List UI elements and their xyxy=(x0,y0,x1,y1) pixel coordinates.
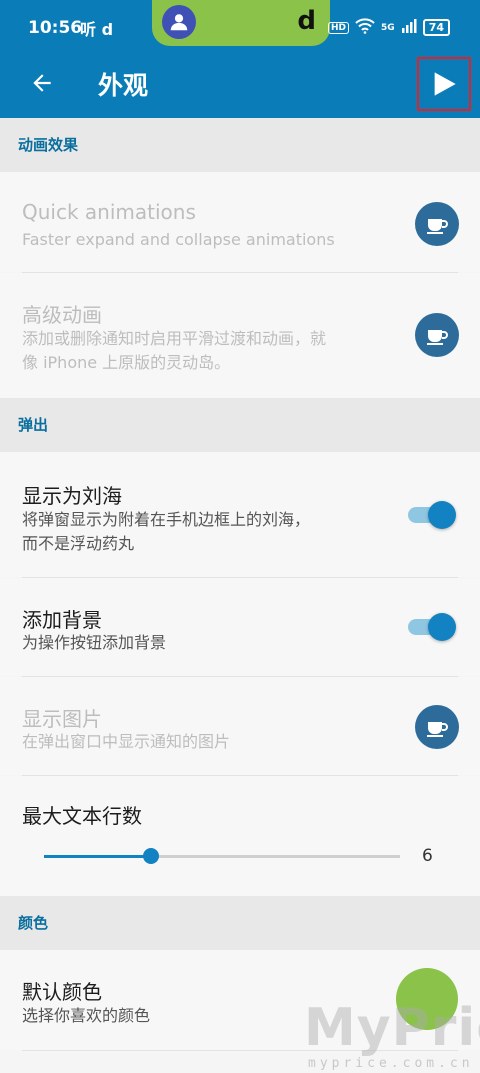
app-toolbar: 外观 xyxy=(0,48,480,118)
max-lines-value: 6 xyxy=(422,846,433,866)
setting-subtitle: 选择你喜欢的颜色 xyxy=(22,1006,151,1025)
play-button[interactable] xyxy=(417,57,471,111)
battery-icon: 74 xyxy=(422,19,450,36)
max-lines-slider-thumb[interactable] xyxy=(142,848,159,864)
setting-title: 添加背景 xyxy=(22,608,102,632)
section-header-popup: 弹出 xyxy=(0,398,480,452)
setting-max-text-lines: 最大文本行数 xyxy=(0,776,480,896)
status-left-icons: 听 d xyxy=(80,20,114,39)
coffee-cup-icon[interactable] xyxy=(415,313,459,357)
signal-label: 5G xyxy=(381,22,395,33)
setting-subtitle-line1: 添加或删除通知时启用平滑过渡和动画，就 xyxy=(22,329,327,348)
setting-show-as-notch[interactable]: 显示为刘海 将弹窗显示为附着在手机边框上的刘海， 而不是浮动药丸 xyxy=(0,452,480,577)
max-lines-slider-fill xyxy=(44,855,151,858)
section-header-color: 颜色 xyxy=(0,896,480,950)
setting-quick-animations[interactable]: Quick animations Faster expand and colla… xyxy=(0,172,480,272)
toggle-thumb xyxy=(428,613,456,641)
status-time: 10:56 xyxy=(28,18,83,38)
setting-title: 默认颜色 xyxy=(22,980,102,1004)
play-icon xyxy=(434,72,456,96)
hd-badge: HD xyxy=(328,21,350,34)
section-header-animation: 动画效果 xyxy=(0,118,480,172)
setting-subtitle: Faster expand and collapse animations xyxy=(22,230,335,249)
setting-subtitle: 为操作按钮添加背景 xyxy=(22,633,167,652)
arrow-left-icon xyxy=(33,74,51,92)
avatar-icon xyxy=(162,5,196,39)
page-title: 外观 xyxy=(98,71,149,100)
background-toggle[interactable] xyxy=(408,612,456,641)
dynamic-island[interactable]: d xyxy=(152,0,330,46)
app-logo-icon: d xyxy=(297,6,316,36)
signal-icon xyxy=(401,18,417,37)
setting-title: Quick animations xyxy=(22,200,196,224)
watermark-logo: MyPrice xyxy=(304,998,480,1058)
setting-title: 显示图片 xyxy=(22,707,102,731)
status-right-icons: HD 5G 74 xyxy=(328,18,450,37)
setting-title: 显示为刘海 xyxy=(22,484,122,508)
setting-subtitle-line1: 将弹窗显示为附着在手机边框上的刘海， xyxy=(22,510,311,529)
status-bar: 10:56 听 d d HD 5G 74 xyxy=(0,0,480,48)
notch-toggle[interactable] xyxy=(408,500,456,529)
setting-show-image[interactable]: 显示图片 在弹出窗口中显示通知的图片 xyxy=(0,677,480,775)
watermark-url: myprice.com.cn xyxy=(308,1056,474,1071)
setting-title: 高级动画 xyxy=(22,303,102,327)
setting-subtitle-line2: 而不是浮动药丸 xyxy=(22,534,135,553)
setting-subtitle: 在弹出窗口中显示通知的图片 xyxy=(22,732,231,751)
coffee-cup-icon[interactable] xyxy=(415,705,459,749)
setting-title: 最大文本行数 xyxy=(22,804,142,828)
coffee-cup-icon[interactable] xyxy=(415,202,459,246)
back-button[interactable] xyxy=(20,61,64,105)
setting-subtitle-line2: 像 iPhone 上原版的灵动岛。 xyxy=(22,353,231,372)
setting-advanced-animations[interactable]: 高级动画 添加或删除通知时启用平滑过渡和动画，就 像 iPhone 上原版的灵动… xyxy=(0,273,480,398)
wifi-icon xyxy=(355,18,375,37)
setting-add-background[interactable]: 添加背景 为操作按钮添加背景 xyxy=(0,578,480,676)
toggle-thumb xyxy=(428,501,456,529)
